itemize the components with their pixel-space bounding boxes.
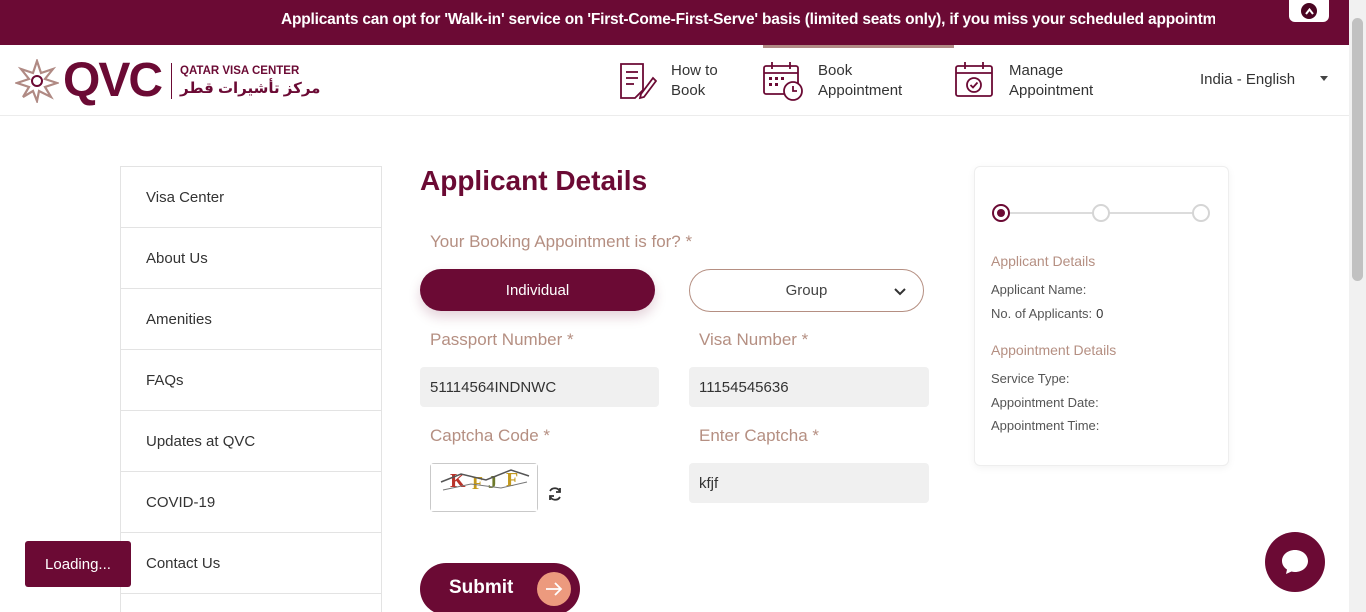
booking-summary-card: Applicant Details Applicant Name: No. of… bbox=[974, 166, 1229, 466]
qvc-emblem-icon bbox=[15, 59, 59, 103]
refresh-captcha-icon[interactable] bbox=[547, 486, 563, 502]
sidebar-item-about-us[interactable]: About Us bbox=[121, 228, 381, 289]
nav-book-appointment-line2: Appointment bbox=[818, 81, 903, 99]
document-edit-icon bbox=[620, 62, 657, 99]
sidebar-item-faqs[interactable]: FAQs bbox=[121, 350, 381, 411]
summary-applicant-name: Applicant Name: bbox=[991, 282, 1090, 297]
sidebar-item-contact-us[interactable]: Contact Us bbox=[121, 533, 381, 594]
logo-wordmark: QVC bbox=[63, 54, 163, 107]
visa-number-input[interactable]: 11154545636 bbox=[689, 367, 929, 407]
caret-down-icon[interactable] bbox=[1320, 76, 1328, 81]
booking-for-label: Your Booking Appointment is for? * bbox=[430, 232, 693, 251]
summary-appointment-time: Appointment Time: bbox=[991, 418, 1100, 433]
arrow-right-icon bbox=[537, 572, 571, 606]
qvc-logo[interactable]: QVC QATAR VISA CENTER مركز تأشيرات قطر bbox=[15, 56, 320, 106]
captcha-char-3: J bbox=[488, 472, 497, 492]
captcha-char-1: K bbox=[450, 470, 466, 492]
loading-toast: Loading... bbox=[25, 541, 131, 587]
captcha-char-2: F bbox=[472, 473, 483, 493]
nav-how-to-book[interactable]: How to Book bbox=[615, 45, 718, 116]
sidebar-item-amenities[interactable]: Amenities bbox=[121, 289, 381, 350]
sidebar-item-covid[interactable]: COVID-19 bbox=[121, 472, 381, 533]
num-applicants-value: 0 bbox=[1096, 306, 1104, 321]
step-2-dot bbox=[1092, 204, 1110, 222]
passport-label: Passport Number * bbox=[430, 330, 574, 349]
logo-name-en: QATAR VISA CENTER bbox=[180, 65, 300, 77]
nav-manage-appointment-line2: Appointment bbox=[1009, 81, 1094, 99]
summary-appointment-date: Appointment Date: bbox=[991, 395, 1099, 410]
chevron-down-icon bbox=[894, 288, 906, 296]
announcement-banner: Applicants can opt for 'Walk-in' service… bbox=[0, 0, 1349, 45]
summary-service-type: Service Type: bbox=[991, 371, 1070, 386]
calendar-clock-icon bbox=[763, 61, 803, 101]
passport-number-input[interactable]: 51114564INDNWC bbox=[420, 367, 659, 407]
summary-appointment-heading: Appointment Details bbox=[991, 342, 1117, 358]
step-3-dot bbox=[1192, 204, 1210, 222]
nav-how-to-book-line1: How to bbox=[671, 61, 718, 79]
submit-label: Submit bbox=[449, 577, 514, 598]
nav-manage-appointment-line1: Manage bbox=[1009, 61, 1064, 79]
summary-num-applicants: No. of Applicants: 0 bbox=[991, 306, 1103, 321]
enter-captcha-input[interactable]: kfjf bbox=[689, 463, 929, 503]
group-dropdown[interactable]: Group bbox=[689, 269, 924, 312]
individual-button[interactable]: Individual bbox=[420, 269, 655, 311]
site-header: QVC QATAR VISA CENTER مركز تأشيرات قطر H… bbox=[0, 45, 1349, 116]
banner-text: Applicants can opt for 'Walk-in' service… bbox=[281, 11, 1215, 28]
calendar-check-icon bbox=[955, 61, 993, 97]
sidebar-menu: Visa Center About Us Amenities FAQs Upda… bbox=[120, 166, 382, 612]
chat-bubble-icon bbox=[1282, 550, 1308, 574]
page-title: Applicant Details bbox=[420, 165, 648, 196]
scroll-top-button[interactable] bbox=[1289, 0, 1329, 22]
applicant-name-label: Applicant Name: bbox=[991, 282, 1087, 297]
enter-captcha-label: Enter Captcha * bbox=[699, 426, 820, 445]
scrollbar-thumb[interactable] bbox=[1352, 18, 1363, 281]
page: Applicants can opt for 'Walk-in' service… bbox=[0, 0, 1366, 612]
page-scrollbar[interactable] bbox=[1349, 0, 1366, 612]
nav-how-to-book-line2: Book bbox=[671, 81, 706, 99]
visa-label: Visa Number * bbox=[699, 330, 809, 349]
group-label: Group bbox=[785, 282, 828, 299]
logo-name-ar: مركز تأشيرات قطر bbox=[180, 80, 321, 97]
nav-book-appointment[interactable]: Book Appointment bbox=[762, 45, 902, 116]
logo-divider bbox=[171, 63, 173, 99]
nav-manage-appointment[interactable]: Manage Appointment bbox=[953, 45, 1093, 116]
nav-book-appointment-line1: Book bbox=[818, 61, 853, 79]
sidebar-item-visa-center[interactable]: Visa Center bbox=[121, 167, 381, 228]
sidebar-item-updates[interactable]: Updates at QVC bbox=[121, 411, 381, 472]
submit-button[interactable]: Submit bbox=[420, 563, 580, 612]
captcha-image: K F J F bbox=[430, 463, 538, 512]
summary-applicant-heading: Applicant Details bbox=[991, 253, 1096, 269]
chat-button[interactable] bbox=[1265, 532, 1325, 592]
chevron-up-icon bbox=[1301, 3, 1317, 19]
captcha-label: Captcha Code * bbox=[430, 426, 551, 445]
language-selector[interactable]: India - English bbox=[1200, 71, 1295, 88]
num-applicants-label: No. of Applicants: bbox=[991, 306, 1093, 321]
progress-stepper bbox=[992, 204, 1210, 222]
